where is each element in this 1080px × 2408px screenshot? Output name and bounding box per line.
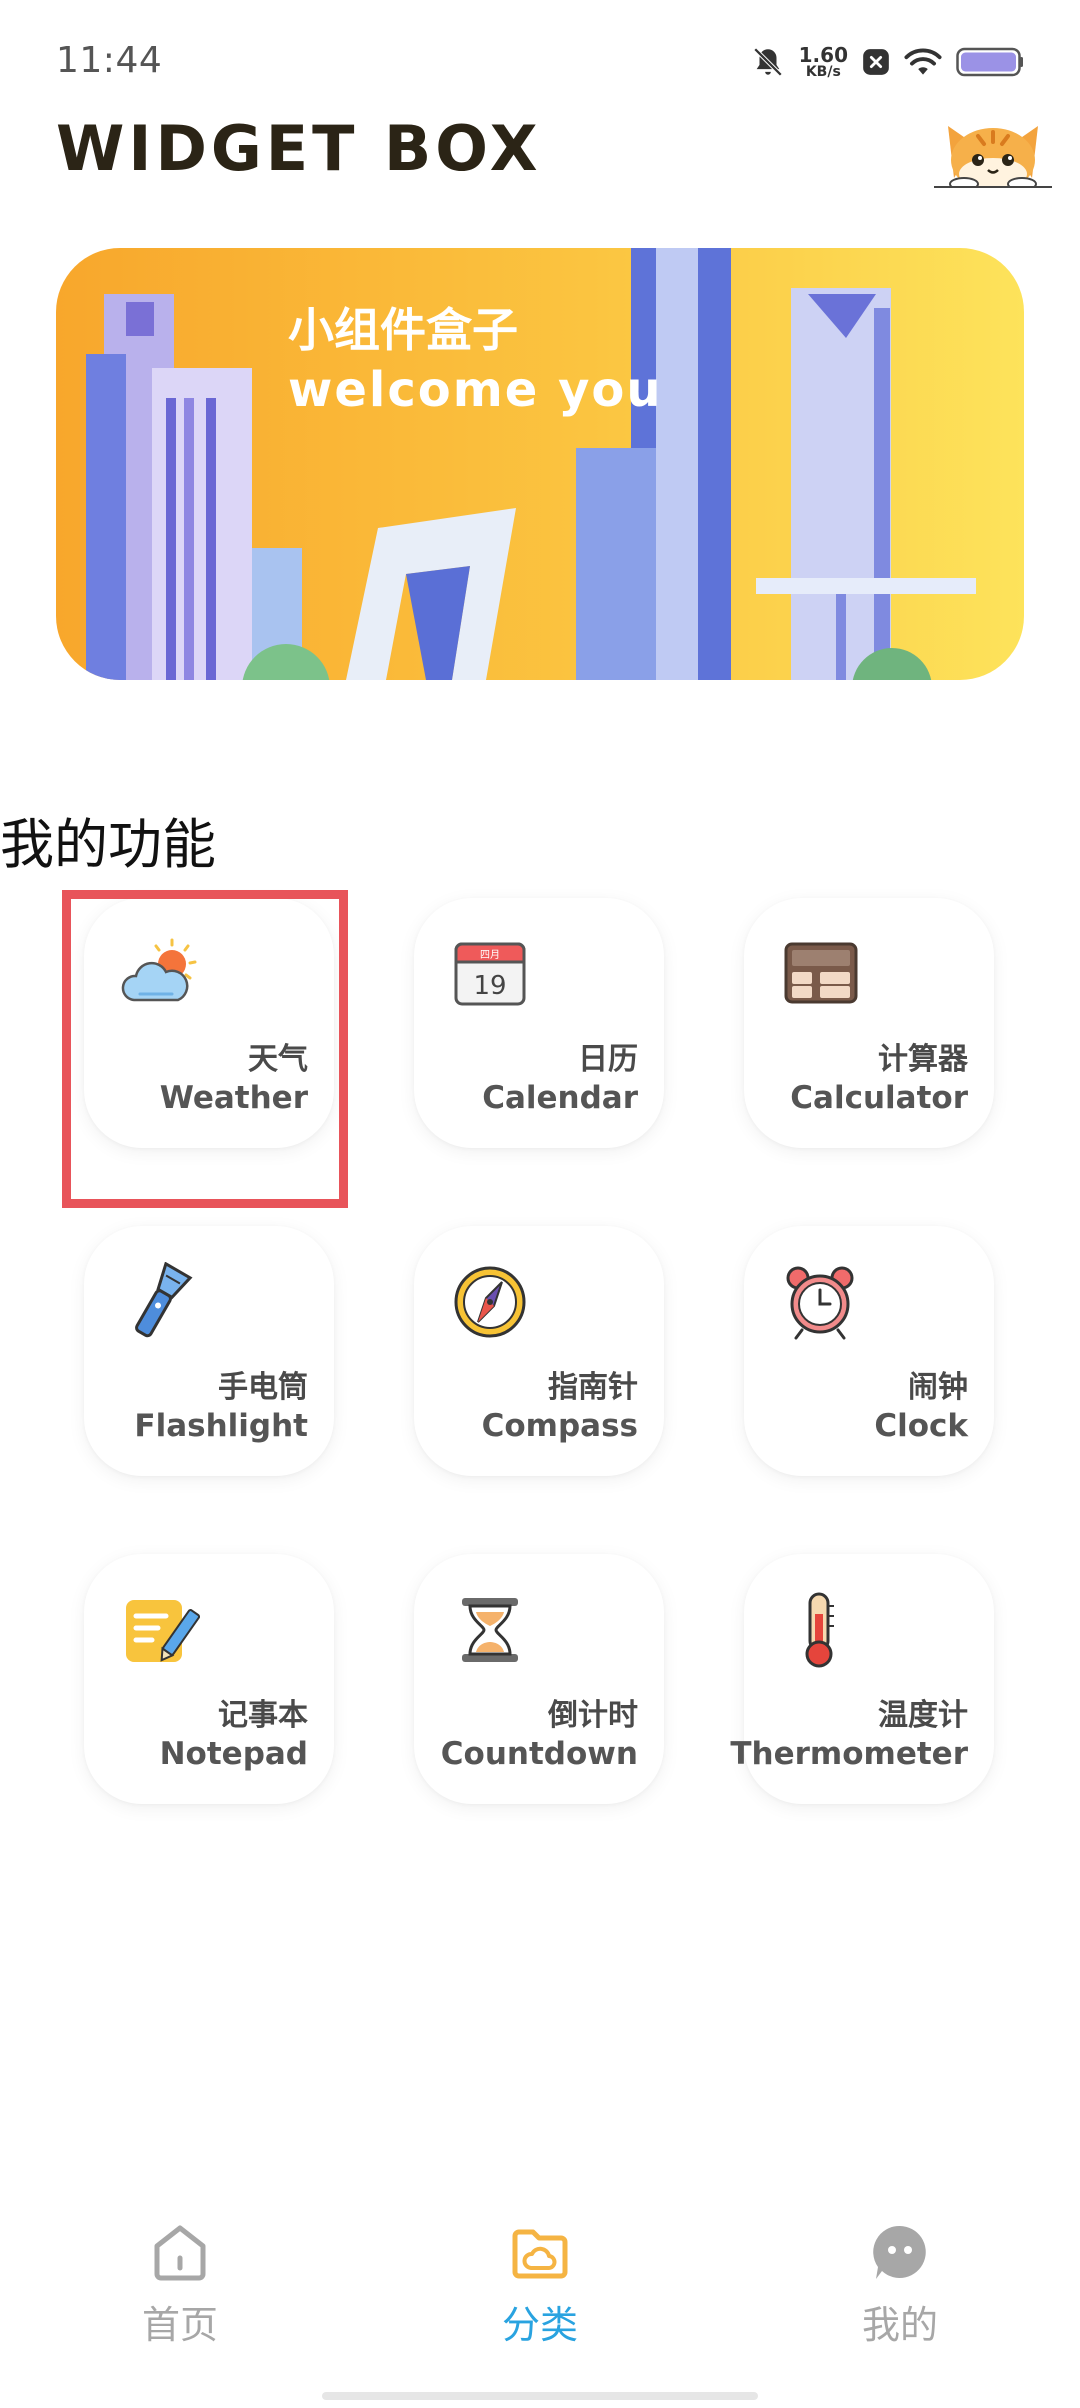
feature-card-countdown[interactable]: 倒计时 Countdown: [414, 1554, 664, 1804]
feature-card-compass[interactable]: 指南针 Compass: [414, 1226, 664, 1476]
thermometer-icon: [805, 1592, 834, 1668]
network-speed-unit: KB/s: [805, 64, 841, 80]
flashlight-icon: [135, 1262, 193, 1338]
section-title: 我的功能: [0, 813, 216, 876]
hourglass-icon: [462, 1598, 518, 1662]
feature-name-cn: 倒计时: [548, 1698, 638, 1733]
feature-name-cn: 指南针: [548, 1370, 638, 1405]
feature-name-en: Calculator: [790, 1080, 968, 1116]
feature-name-cn: 日历: [578, 1042, 638, 1077]
feature-card-clock[interactable]: 闹钟 Clock: [744, 1226, 994, 1476]
cat-avatar-icon[interactable]: [934, 114, 1052, 188]
notepad-icon: [126, 1600, 200, 1662]
screen: 11:44 1.60 KB/s WIDGET BOX 小组件盒子 welcome…: [0, 0, 1080, 2408]
mute-bell-icon: [753, 47, 782, 77]
calendar-day: 19: [473, 971, 506, 1001]
banner-line-1: 小组件盒子: [288, 303, 518, 357]
status-time: 11:44: [56, 40, 163, 81]
feature-name-cn: 记事本: [218, 1698, 308, 1733]
selection-highlight: [62, 890, 348, 1208]
folder-cloud-icon: [512, 2229, 568, 2279]
close-box-icon: [863, 49, 889, 75]
feature-card-calendar[interactable]: 四月 19 日历 Calendar: [414, 898, 664, 1148]
home-indicator[interactable]: [322, 2392, 758, 2400]
compass-icon: [454, 1266, 526, 1338]
banner-text: 小组件盒子 welcome you: [288, 302, 663, 420]
calculator-icon: [784, 942, 858, 1004]
nav-item-home[interactable]: 首页: [80, 2220, 280, 2349]
app-title: WIDGET BOX: [56, 112, 542, 185]
nav-label-home: 首页: [141, 2303, 218, 2347]
feature-name-en: Calendar: [482, 1080, 638, 1116]
profile-icon: [873, 2225, 926, 2279]
wifi-icon: [904, 48, 942, 75]
status-icons: 1.60 KB/s: [751, 38, 1024, 86]
calendar-icon: 四月 19: [454, 942, 526, 1006]
feature-card-thermometer[interactable]: 温度计 Thermometer: [730, 1554, 994, 1804]
welcome-banner[interactable]: 小组件盒子 welcome you: [56, 248, 1024, 680]
feature-name-en: Clock: [874, 1408, 968, 1444]
home-icon: [154, 2225, 206, 2281]
feature-card-flashlight[interactable]: 手电筒 Flashlight: [84, 1226, 334, 1476]
feature-card-calculator[interactable]: 计算器 Calculator: [744, 898, 994, 1148]
feature-name-en: Flashlight: [134, 1408, 308, 1444]
battery-icon: [956, 47, 1023, 77]
bottom-nav: 首页 分类 我的: [0, 2220, 1080, 2380]
feature-name-cn: 闹钟: [908, 1370, 968, 1405]
feature-name-cn: 计算器: [878, 1042, 968, 1077]
network-speed-value: 1.60: [798, 43, 848, 67]
feature-name-en: Countdown: [440, 1736, 638, 1772]
feature-card-notepad[interactable]: 记事本 Notepad: [84, 1554, 334, 1804]
nav-item-category[interactable]: 分类: [440, 2220, 640, 2349]
nav-label-profile: 我的: [861, 2303, 938, 2347]
feature-name-en: Notepad: [159, 1736, 308, 1772]
feature-name-cn: 手电筒: [218, 1370, 308, 1405]
feature-name-cn: 温度计: [878, 1698, 968, 1733]
network-speed: 1.60 KB/s: [799, 45, 848, 79]
alarm-clock-icon: [786, 1266, 854, 1340]
feature-name-en: Compass: [481, 1408, 638, 1444]
nav-item-profile[interactable]: 我的: [800, 2220, 1000, 2349]
feature-name-en: Thermometer: [730, 1736, 968, 1772]
calendar-month: 四月: [480, 949, 500, 961]
banner-line-2: welcome you: [288, 361, 663, 418]
nav-label-category: 分类: [501, 2303, 578, 2347]
